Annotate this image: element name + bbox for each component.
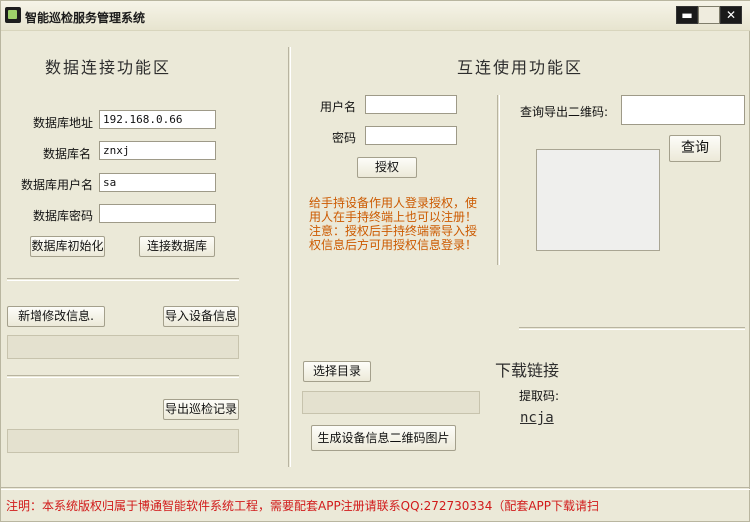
password-label: 密码 — [332, 131, 357, 145]
vertical-divider — [288, 47, 291, 467]
connect-db-button[interactable]: 连接数据库 — [139, 236, 215, 257]
extract-code-label: 提取码: — [519, 389, 560, 403]
db-user-label: 数据库用户名 — [21, 178, 94, 192]
left-divider-2 — [7, 375, 239, 378]
interconnect-title: 互连使用功能区 — [457, 58, 584, 77]
username-input[interactable] — [365, 95, 457, 114]
left-divider-1 — [7, 278, 239, 281]
export-progress-panel — [7, 429, 239, 453]
extract-code-value[interactable]: ncja — [520, 410, 554, 426]
close-button[interactable]: ✕ — [720, 6, 742, 24]
db-init-button[interactable]: 数据库初始化 — [30, 236, 105, 257]
title-bar: 智能巡检服务管理系统 ▬ ✕ — [1, 1, 750, 31]
import-device-info-button[interactable]: 导入设备信息 — [163, 306, 239, 327]
query-button[interactable]: 查询 — [669, 135, 721, 162]
select-directory-button[interactable]: 选择目录 — [303, 361, 371, 382]
data-connection-title: 数据连接功能区 — [45, 58, 172, 77]
db-password-input[interactable] — [99, 204, 216, 223]
username-label: 用户名 — [320, 100, 357, 114]
export-records-button[interactable]: 导出巡检记录 — [163, 399, 239, 420]
directory-path-panel — [302, 391, 480, 414]
qr-code-preview — [536, 149, 660, 251]
right-divider — [519, 327, 745, 330]
authorization-note: 给手持设备作用人登录授权，使用人在手持终端上也可以注册！注意：授权后手持终端需导… — [309, 196, 478, 252]
generate-qr-images-button[interactable]: 生成设备信息二维码图片 — [311, 425, 456, 451]
add-edit-info-button[interactable]: 新增修改信息. — [7, 306, 105, 327]
right-vertical-divider — [497, 95, 500, 265]
download-link-title: 下载链接 — [495, 361, 560, 380]
password-input[interactable] — [365, 126, 457, 145]
db-name-label: 数据库名 — [43, 147, 92, 161]
qr-query-input[interactable] — [621, 95, 745, 125]
footer-divider — [1, 487, 750, 490]
copyright-notice: 注明：本系统版权归属于博通智能软件系统工程，需要配套APP注册请联系QQ:272… — [6, 499, 600, 513]
db-user-input[interactable]: sa — [99, 173, 216, 192]
db-name-input[interactable]: znxj — [99, 141, 216, 160]
db-address-input[interactable]: 192.168.0.66 — [99, 110, 216, 129]
minimize-button[interactable]: ▬ — [676, 6, 698, 24]
qr-query-label: 查询导出二维码: — [520, 105, 609, 119]
authorize-button[interactable]: 授权 — [357, 157, 417, 178]
db-password-label: 数据库密码 — [33, 209, 94, 223]
window-title: 智能巡检服务管理系统 — [25, 11, 146, 25]
db-address-label: 数据库地址 — [33, 116, 94, 130]
app-logo-icon — [5, 7, 21, 23]
main-window: 智能巡检服务管理系统 ▬ ✕ 数据连接功能区 数据库地址 192.168.0.6… — [0, 0, 750, 522]
maximize-button[interactable] — [698, 6, 720, 24]
import-progress-panel — [7, 335, 239, 359]
